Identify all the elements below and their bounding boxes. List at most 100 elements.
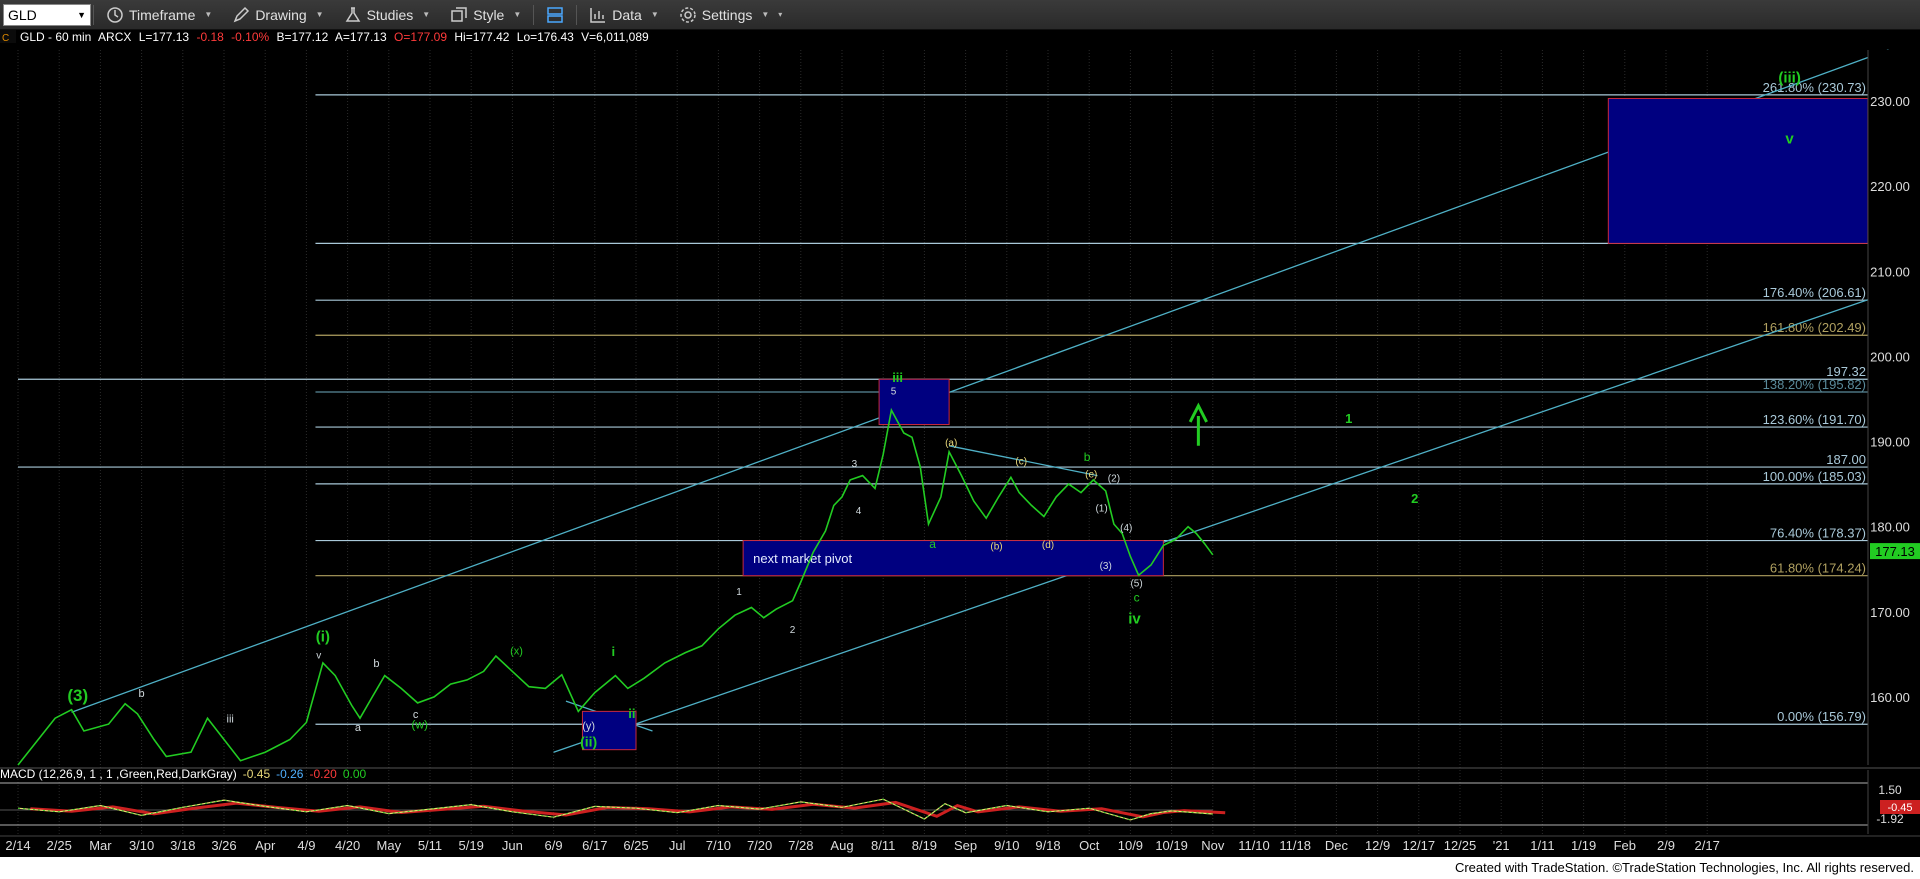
header-change: -0.18 (196, 30, 224, 44)
settings-label: Settings (701, 6, 753, 23)
time-tick-label: 3/10 (129, 838, 154, 853)
wave-label: i (612, 644, 616, 659)
time-axis[interactable]: 2/14 2/25 Mar 3/10 3/18 3/26 Apr 4/9 4/20 May 5/11… (0, 835, 1920, 856)
wave-label: (5) (1130, 578, 1142, 589)
style-menu[interactable]: Style ▼ (440, 0, 531, 30)
price-chart[interactable]: 261.80% (230.73)200.00% (213.28)176.40% … (0, 30, 1920, 856)
wave-label: (a) (945, 438, 957, 449)
time-tick-label: Apr (255, 838, 276, 853)
time-tick-label: 1/11 (1530, 838, 1554, 853)
wave-label: ii (628, 706, 635, 721)
clock-icon (107, 6, 123, 23)
wave-label: b (1084, 450, 1091, 464)
time-tick-label: 4/9 (297, 838, 315, 853)
time-tick-label: 11/10 (1238, 838, 1270, 853)
chevron-down-icon: ▼ (422, 10, 431, 19)
time-tick-label: 2/25 (47, 838, 72, 853)
time-tick-label: Nov (1201, 838, 1225, 853)
header-exchange: ARCX (98, 30, 131, 44)
layout-button[interactable] (536, 0, 574, 30)
time-tick-label: May (377, 838, 402, 853)
drawing-menu[interactable]: Drawing ▼ (222, 0, 333, 30)
chevron-down-icon: ▼ (650, 10, 659, 19)
time-tick-label: 7/10 (706, 838, 731, 853)
header-open: O=177.09 (394, 30, 447, 44)
wave-label: iv (1128, 611, 1141, 628)
time-tick-label: 6/17 (582, 838, 607, 853)
drawing-label: Drawing (255, 6, 307, 23)
wave-label: a (929, 537, 936, 551)
header-text: GLD - 60 min ARCX L=177.13 -0.18 -0.10% … (20, 30, 649, 44)
footer-credit: Created with TradeStation. ©TradeStation… (0, 857, 1920, 879)
price-tick-label: 230.00 (1870, 94, 1910, 109)
time-tick-label: Jul (669, 838, 686, 853)
price-axis-bg (1868, 50, 1920, 765)
wave-label: (ii) (580, 733, 597, 749)
toolbar-separator (533, 4, 535, 25)
header-high: Hi=177.42 (454, 30, 509, 44)
time-tick-label: Feb (1614, 838, 1636, 853)
wave-label: v (1785, 131, 1794, 148)
data-menu[interactable]: Data ▼ (579, 0, 669, 30)
time-tick-label: 2/9 (1657, 838, 1675, 853)
flask-icon (345, 6, 360, 22)
wave-label: 1 (736, 587, 742, 598)
wave-label: 3 (852, 459, 858, 470)
toolbar: GLD ▼ Timeframe ▼ Drawing ▼ Studies ▼ St… (0, 0, 1920, 30)
time-tick-label: Mar (89, 838, 112, 853)
time-tick-label: Jun (502, 838, 523, 853)
studies-menu[interactable]: Studies ▼ (334, 0, 441, 30)
fib-level-label: 76.40% (178.37) (1770, 526, 1866, 541)
price-tick-label: 170.00 (1870, 605, 1910, 620)
wave-label: (w) (411, 717, 428, 731)
macd-header-part: MACD (12,26,9, 1 , 1 ,Green,Red,DarkGray… (0, 767, 237, 781)
time-tick-label: 10/9 (1118, 838, 1143, 853)
time-tick-label: 3/26 (211, 838, 236, 853)
macd-value-label: -0.45 (1887, 802, 1912, 814)
wave-label: iii (227, 713, 234, 725)
fib-level-label: 161.80% (202.49) (1763, 320, 1866, 335)
toolbar-separator (93, 4, 94, 25)
symbol-input[interactable]: GLD ▼ (3, 3, 91, 26)
time-tick-label: 9/10 (994, 838, 1019, 853)
price-tick-label: 180.00 (1870, 520, 1910, 535)
fib-level-label: 61.80% (174.24) (1770, 561, 1866, 576)
header-bid: B=177.12 (277, 30, 329, 44)
price-axis[interactable]: 160.00 170.00 180.00 190.00 200.00 210.00 220.… (1867, 50, 1920, 765)
time-tick-label: Dec (1325, 838, 1349, 853)
time-tick-label: 12/17 (1403, 838, 1436, 853)
wave-label: v (316, 651, 321, 662)
wave-label: (2) (1108, 474, 1120, 485)
timeframe-menu[interactable]: Timeframe ▼ (96, 0, 222, 30)
time-tick-label: 2/14 (5, 838, 30, 853)
timeframe-label: Timeframe (129, 6, 196, 23)
style-icon (451, 6, 467, 22)
wave-label: (d) (1042, 540, 1054, 551)
header-last: L=177.13 (139, 30, 190, 44)
wave-label: (c) (1015, 457, 1027, 468)
wave-label: (b) (990, 542, 1002, 553)
fib-level-label: 187.00 (1826, 452, 1866, 467)
macd-header-part: 0.00 (343, 767, 367, 781)
fib-level-label: 0.00% (156.79) (1777, 709, 1866, 724)
wave-label: 2 (790, 625, 796, 636)
data-label: Data (612, 6, 642, 23)
macd-header-part: -0.20 (309, 767, 337, 781)
time-tick-label: 12/25 (1444, 838, 1477, 853)
overflow-icon[interactable]: ▾ (778, 10, 782, 19)
chevron-down-icon[interactable]: ▼ (77, 10, 86, 20)
settings-menu[interactable]: Settings ▼ ▾ (669, 0, 793, 30)
time-tick-label: 8/11 (871, 838, 895, 853)
wave-label: (3) (1100, 561, 1112, 572)
time-tick-label: 1/19 (1571, 838, 1596, 853)
macd-header-part: -0.26 (276, 767, 304, 781)
macd-tick-label: 1.50 (1878, 783, 1902, 797)
wave-label: (iii) (1778, 69, 1801, 86)
fib-level-label: 123.60% (191.70) (1763, 412, 1866, 427)
data-bars-icon (590, 7, 606, 23)
header-change-pct: -0.10% (231, 30, 269, 44)
time-tick-label: 10/19 (1155, 838, 1188, 853)
header-ask: A=177.13 (335, 30, 387, 44)
time-tick-label: 5/11 (418, 838, 442, 853)
fib-level-label: 138.20% (195.82) (1763, 377, 1866, 392)
